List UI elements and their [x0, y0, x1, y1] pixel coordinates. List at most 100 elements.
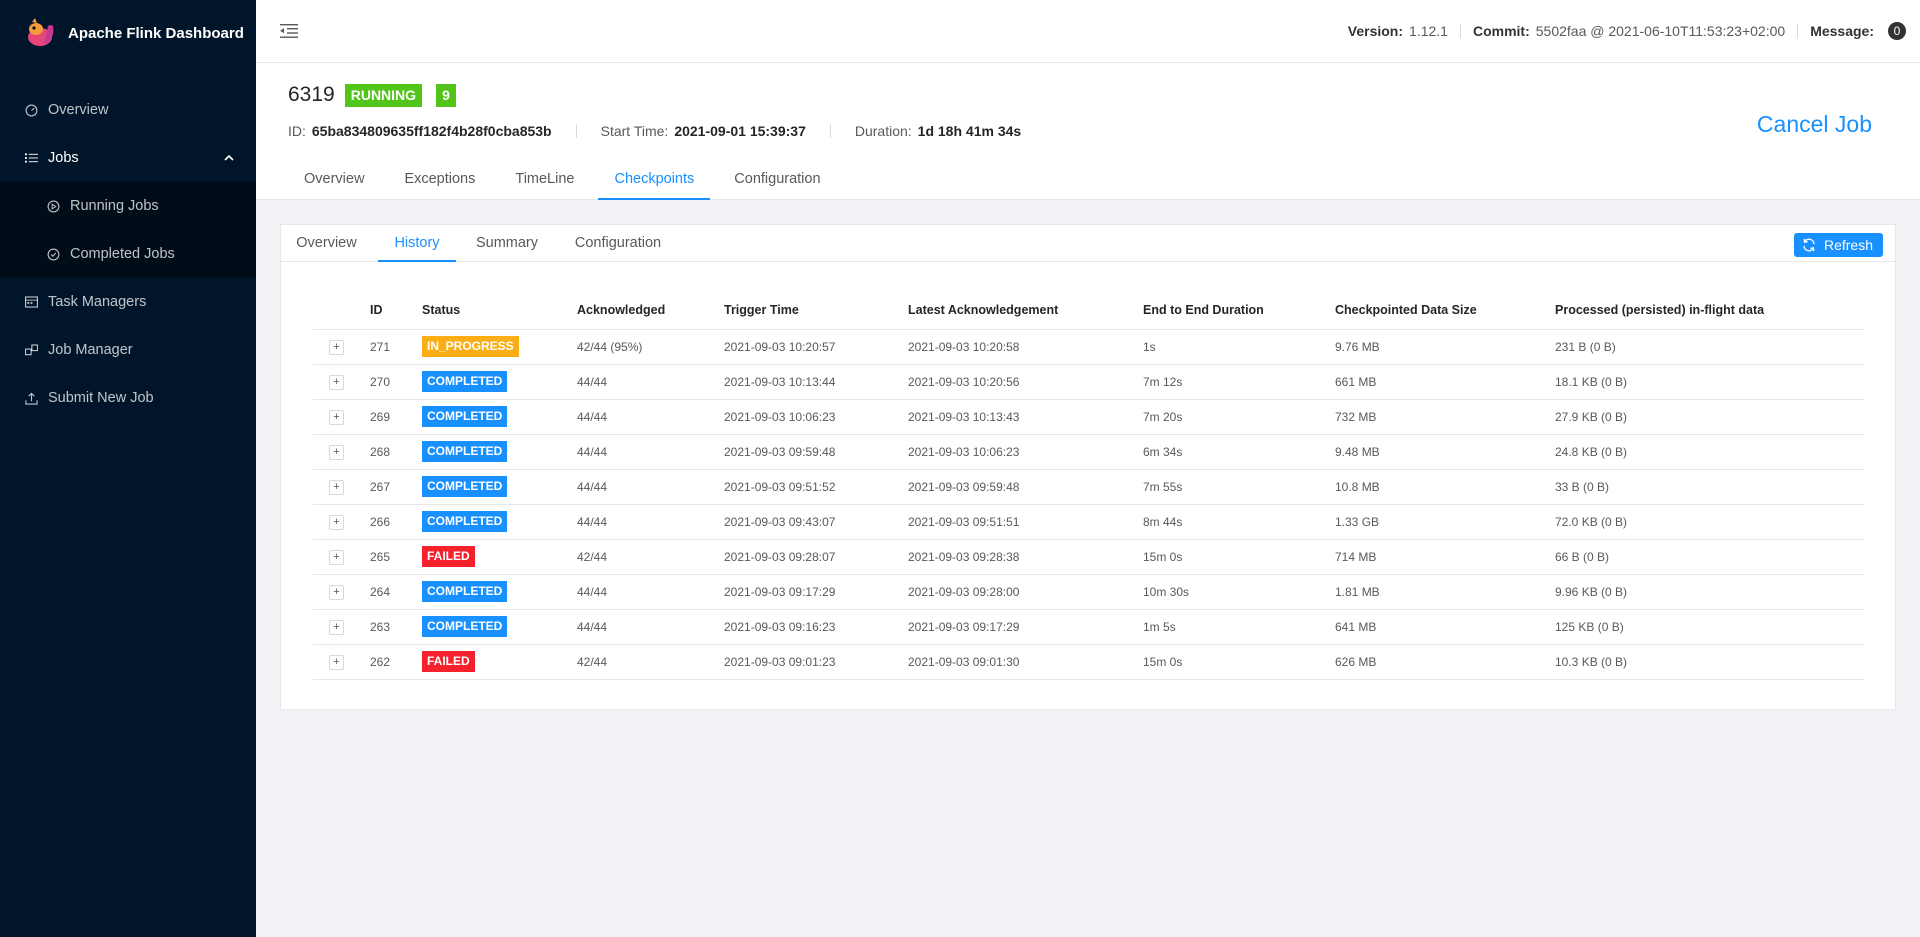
trigger-time: 2021-09-03 09:43:07 [724, 504, 908, 540]
column-header-trigger-time[interactable]: Trigger Time [724, 291, 908, 330]
latest-acknowledgement: 2021-09-03 09:28:00 [908, 574, 1143, 610]
sidebar-item-submit-new-job[interactable]: Submit New Job [0, 374, 256, 422]
top-header: Version: 1.12.1 Commit: 5502faa @ 2021-0… [256, 0, 1920, 63]
sidebar-item-running-jobs[interactable]: Running Jobs [0, 182, 256, 230]
expand-row-icon[interactable]: + [329, 514, 344, 530]
status-cell: FAILED [422, 539, 577, 575]
end-to-end-duration: 6m 34s [1143, 434, 1335, 470]
expand-row-icon[interactable]: + [329, 409, 344, 425]
column-header-e2e-duration[interactable]: End to End Duration [1143, 291, 1335, 330]
status-badge: COMPLETED [422, 581, 508, 602]
checkpoint-id: 264 [370, 574, 422, 610]
trigger-time: 2021-09-03 09:51:52 [724, 469, 908, 505]
expand-row-icon[interactable]: + [329, 584, 344, 600]
subtab-summary[interactable]: Summary [462, 225, 552, 262]
status-badge: COMPLETED [422, 371, 508, 392]
expand-row-icon[interactable]: + [329, 479, 344, 495]
tab-timeline[interactable]: TimeLine [499, 159, 590, 200]
divider [1459, 24, 1461, 38]
start-time-value: 2021-09-01 15:39:37 [674, 123, 806, 139]
acknowledged: 42/44 [577, 644, 724, 680]
sidebar-item-label: Job Manager [48, 342, 133, 358]
table-row[interactable]: +264 COMPLETED 44/44 2021-09-03 09:17:29 202… [313, 574, 1864, 610]
trigger-time: 2021-09-03 09:16:23 [724, 609, 908, 645]
column-header-id[interactable]: ID [370, 291, 422, 330]
checkpointed-data-size: 641 MB [1335, 609, 1555, 645]
subtab-configuration[interactable]: Configuration [558, 225, 678, 262]
menu-fold-icon[interactable] [280, 23, 298, 39]
latest-acknowledgement: 2021-09-03 09:17:29 [908, 609, 1143, 645]
table-header-row: ID Status Acknowledged Trigger Time Late… [313, 291, 1864, 330]
end-to-end-duration: 7m 20s [1143, 399, 1335, 435]
in-flight-data: 18.1 KB (0 B) [1555, 364, 1864, 400]
expand-cell: + [313, 364, 370, 400]
status-cell: COMPLETED [422, 469, 577, 505]
sidebar-item-jobs[interactable]: Jobs [0, 134, 256, 182]
checkpoint-id: 271 [370, 329, 422, 365]
version-info: Version: 1.12.1 Commit: 5502faa @ 2021-0… [1348, 22, 1906, 40]
table-row[interactable]: +266 COMPLETED 44/44 2021-09-03 09:43:07 202… [313, 504, 1864, 540]
tab-exceptions[interactable]: Exceptions [388, 159, 491, 200]
expand-row-icon[interactable]: + [329, 654, 344, 670]
in-flight-data: 9.96 KB (0 B) [1555, 574, 1864, 610]
checkpoint-id: 269 [370, 399, 422, 435]
subtab-history[interactable]: History [378, 225, 456, 262]
logo[interactable]: Apache Flink Dashboard [0, 0, 256, 66]
status-badge: COMPLETED [422, 476, 508, 497]
checkpoint-id: 268 [370, 434, 422, 470]
column-header-inflight-data[interactable]: Processed (persisted) in-flight data [1555, 291, 1864, 330]
sidebar-item-job-manager[interactable]: Job Manager [0, 326, 256, 374]
trigger-time: 2021-09-03 09:01:23 [724, 644, 908, 680]
subtab-overview[interactable]: Overview [281, 225, 372, 262]
job-tabs: Overview Exceptions TimeLine Checkpoints… [288, 159, 845, 200]
table-row[interactable]: +268 COMPLETED 44/44 2021-09-03 09:59:48 202… [313, 434, 1864, 470]
message-label[interactable]: Message: [1810, 23, 1874, 39]
status-cell: IN_PROGRESS [422, 329, 577, 365]
trigger-time: 2021-09-03 10:20:57 [724, 329, 908, 365]
table-row[interactable]: +262 FAILED 42/44 2021-09-03 09:01:23 2021-0… [313, 644, 1864, 680]
column-header-acknowledged[interactable]: Acknowledged [577, 291, 724, 330]
column-header-latest-ack[interactable]: Latest Acknowledgement [908, 291, 1143, 330]
refresh-button[interactable]: Refresh [1793, 233, 1883, 257]
in-flight-data: 33 B (0 B) [1555, 469, 1864, 505]
table-row[interactable]: +271 IN_PROGRESS 42/44 (95%) 2021-09-03 10:… [313, 329, 1864, 365]
checkpointed-data-size: 714 MB [1335, 539, 1555, 575]
table-row[interactable]: +265 FAILED 42/44 2021-09-03 09:28:07 2021-0… [313, 539, 1864, 575]
expand-cell: + [313, 504, 370, 540]
expand-row-icon[interactable]: + [329, 374, 344, 390]
acknowledged: 44/44 [577, 364, 724, 400]
status-badge: COMPLETED [422, 406, 508, 427]
check-circle-icon [46, 247, 60, 261]
status-badge: FAILED [422, 651, 475, 672]
column-header-status[interactable]: Status [422, 291, 577, 330]
sidebar-item-task-managers[interactable]: Task Managers [0, 278, 256, 326]
table-row[interactable]: +270 COMPLETED 44/44 2021-09-03 10:13:44 202… [313, 364, 1864, 400]
table-row[interactable]: +269 COMPLETED 44/44 2021-09-03 10:06:23 202… [313, 399, 1864, 435]
in-flight-data: 125 KB (0 B) [1555, 609, 1864, 645]
end-to-end-duration: 10m 30s [1143, 574, 1335, 610]
sidebar-item-completed-jobs[interactable]: Completed Jobs [0, 230, 256, 278]
version-label: Version: [1347, 23, 1404, 39]
expand-row-icon[interactable]: + [329, 619, 344, 635]
acknowledged: 42/44 (95%) [577, 329, 724, 365]
sidebar-item-label: Overview [48, 102, 109, 118]
tab-configuration[interactable]: Configuration [718, 159, 836, 200]
cluster-icon [24, 343, 38, 357]
status-cell: COMPLETED [422, 609, 577, 645]
message-count-badge[interactable]: 0 [1888, 22, 1906, 40]
table-row[interactable]: +267 COMPLETED 44/44 2021-09-03 09:51:52 202… [313, 469, 1864, 505]
status-cell: COMPLETED [422, 399, 577, 435]
column-header-data-size[interactable]: Checkpointed Data Size [1335, 291, 1555, 330]
checkpoint-subtabs: Overview History Summary Configuration R… [281, 225, 1895, 262]
cancel-job-button[interactable]: Cancel Job [1757, 111, 1872, 138]
divider [575, 124, 577, 138]
table-row[interactable]: +263 COMPLETED 44/44 2021-09-03 09:16:23 202… [313, 609, 1864, 645]
expand-row-icon[interactable]: + [329, 444, 344, 460]
tab-checkpoints[interactable]: Checkpoints [598, 159, 711, 200]
sidebar-item-overview[interactable]: Overview [0, 86, 256, 134]
expand-row-icon[interactable]: + [329, 339, 344, 355]
duration-label: Duration: [854, 123, 912, 139]
expand-row-icon[interactable]: + [329, 549, 344, 565]
tab-overview[interactable]: Overview [288, 159, 380, 200]
divider [829, 124, 831, 138]
